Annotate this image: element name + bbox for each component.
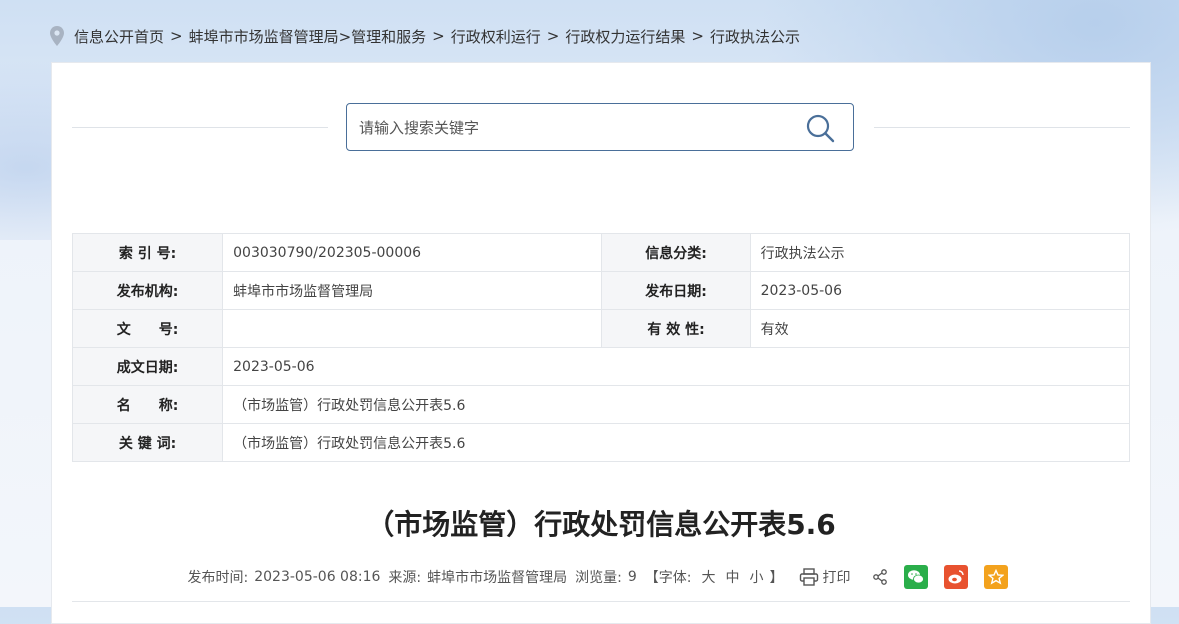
divider [874,127,1130,128]
index-label: 索 引 号: [71,233,224,272]
star-icon [988,569,1005,585]
docno-label: 文 号: [71,309,224,348]
wechat-share-button[interactable] [904,565,929,589]
keywords-label: 关 键 词: [71,423,224,462]
search-icon[interactable] [805,113,835,143]
weibo-share-button[interactable] [944,565,969,589]
category-value: 行政执法公示 [749,233,1131,272]
name-label: 名 称: [71,385,224,424]
table-row: 关 键 词: （市场监管）行政处罚信息公开表5.6 [71,423,1130,462]
validity-label: 有 效 性: [601,309,751,348]
font-size-close: 】 [769,570,784,586]
source-value: 蚌埠市市场监督管理局 [427,570,568,586]
breadcrumb-home[interactable]: 信息公开首页 [74,26,164,47]
docno-value [222,309,603,348]
pubtime-label: 发布时间: [187,570,249,586]
category-label: 信息分类: [601,233,751,272]
breadcrumb-separator: > [546,27,560,45]
breadcrumb-enforcement[interactable]: 行政执法公示 [710,26,800,47]
table-row: 发布机构: 蚌埠市市场监督管理局 发布日期: 2023-05-06 [71,271,1131,310]
source-label: 来源: [388,570,422,586]
org-label: 发布机构: [71,271,224,310]
breadcrumb-admin-rights[interactable]: 行政权利运行 [451,26,541,47]
font-size-small[interactable]: 小 [749,567,763,587]
validity-value: 有效 [749,309,1131,348]
document-metadata-table: 索 引 号: 003030790/202305-00006 信息分类: 行政执法… [71,233,1131,462]
font-size-open: 【字体: [644,570,692,586]
weibo-icon [948,570,965,584]
keywords-value: （市场监管）行政处罚信息公开表5.6 [222,423,1130,462]
search-input[interactable] [357,104,791,152]
content-panel: 索 引 号: 003030790/202305-00006 信息分类: 行政执法… [51,62,1151,624]
print-icon [800,568,819,586]
font-size-large[interactable]: 大 [701,567,715,587]
name-value: （市场监管）行政处罚信息公开表5.6 [222,385,1130,424]
wechat-icon [908,570,925,584]
pubdate-label: 发布日期: [601,271,751,310]
views-value: 9 [627,569,637,585]
org-value: 蚌埠市市场监督管理局 [222,271,603,310]
table-row: 文 号: 有 效 性: 有效 [71,309,1131,348]
font-size-medium[interactable]: 中 [725,567,739,587]
created-label: 成文日期: [71,347,224,386]
breadcrumb-separator: > [691,27,704,45]
breadcrumb-separator: > [170,27,183,45]
table-row: 索 引 号: 003030790/202305-00006 信息分类: 行政执法… [71,233,1131,272]
location-pin-icon [50,26,64,46]
table-row: 名 称: （市场监管）行政处罚信息公开表5.6 [71,385,1130,424]
print-button[interactable]: 打印 [799,567,856,587]
breadcrumb-separator: > [432,27,445,45]
divider [72,601,1130,602]
pubtime-value: 2023-05-06 08:16 [254,569,381,585]
article-info-bar: 发布时间: 2023-05-06 08:16 来源: 蚌埠市市场监督管理局 浏览… [52,565,1150,589]
breadcrumb-power-results[interactable]: 行政权力运行结果 [565,26,685,47]
created-value: 2023-05-06 [222,347,1130,386]
table-row: 成文日期: 2023-05-06 [71,347,1130,386]
breadcrumb-bureau[interactable]: 蚌埠市市场监督管理局>管理和服务 [189,26,427,47]
search-box [346,103,854,152]
favorite-button[interactable] [984,565,1009,589]
breadcrumb: 信息公开首页 > 蚌埠市市场监督管理局>管理和服务 > 行政权利运行 > 行政权… [50,24,800,48]
divider [72,127,328,128]
print-label: 打印 [822,570,851,586]
share-icon[interactable] [872,569,888,585]
index-value: 003030790/202305-00006 [222,233,603,272]
pubdate-value: 2023-05-06 [749,271,1131,310]
views-label: 浏览量: [575,570,622,586]
article-title: （市场监管）行政处罚信息公开表5.6 [366,508,836,541]
